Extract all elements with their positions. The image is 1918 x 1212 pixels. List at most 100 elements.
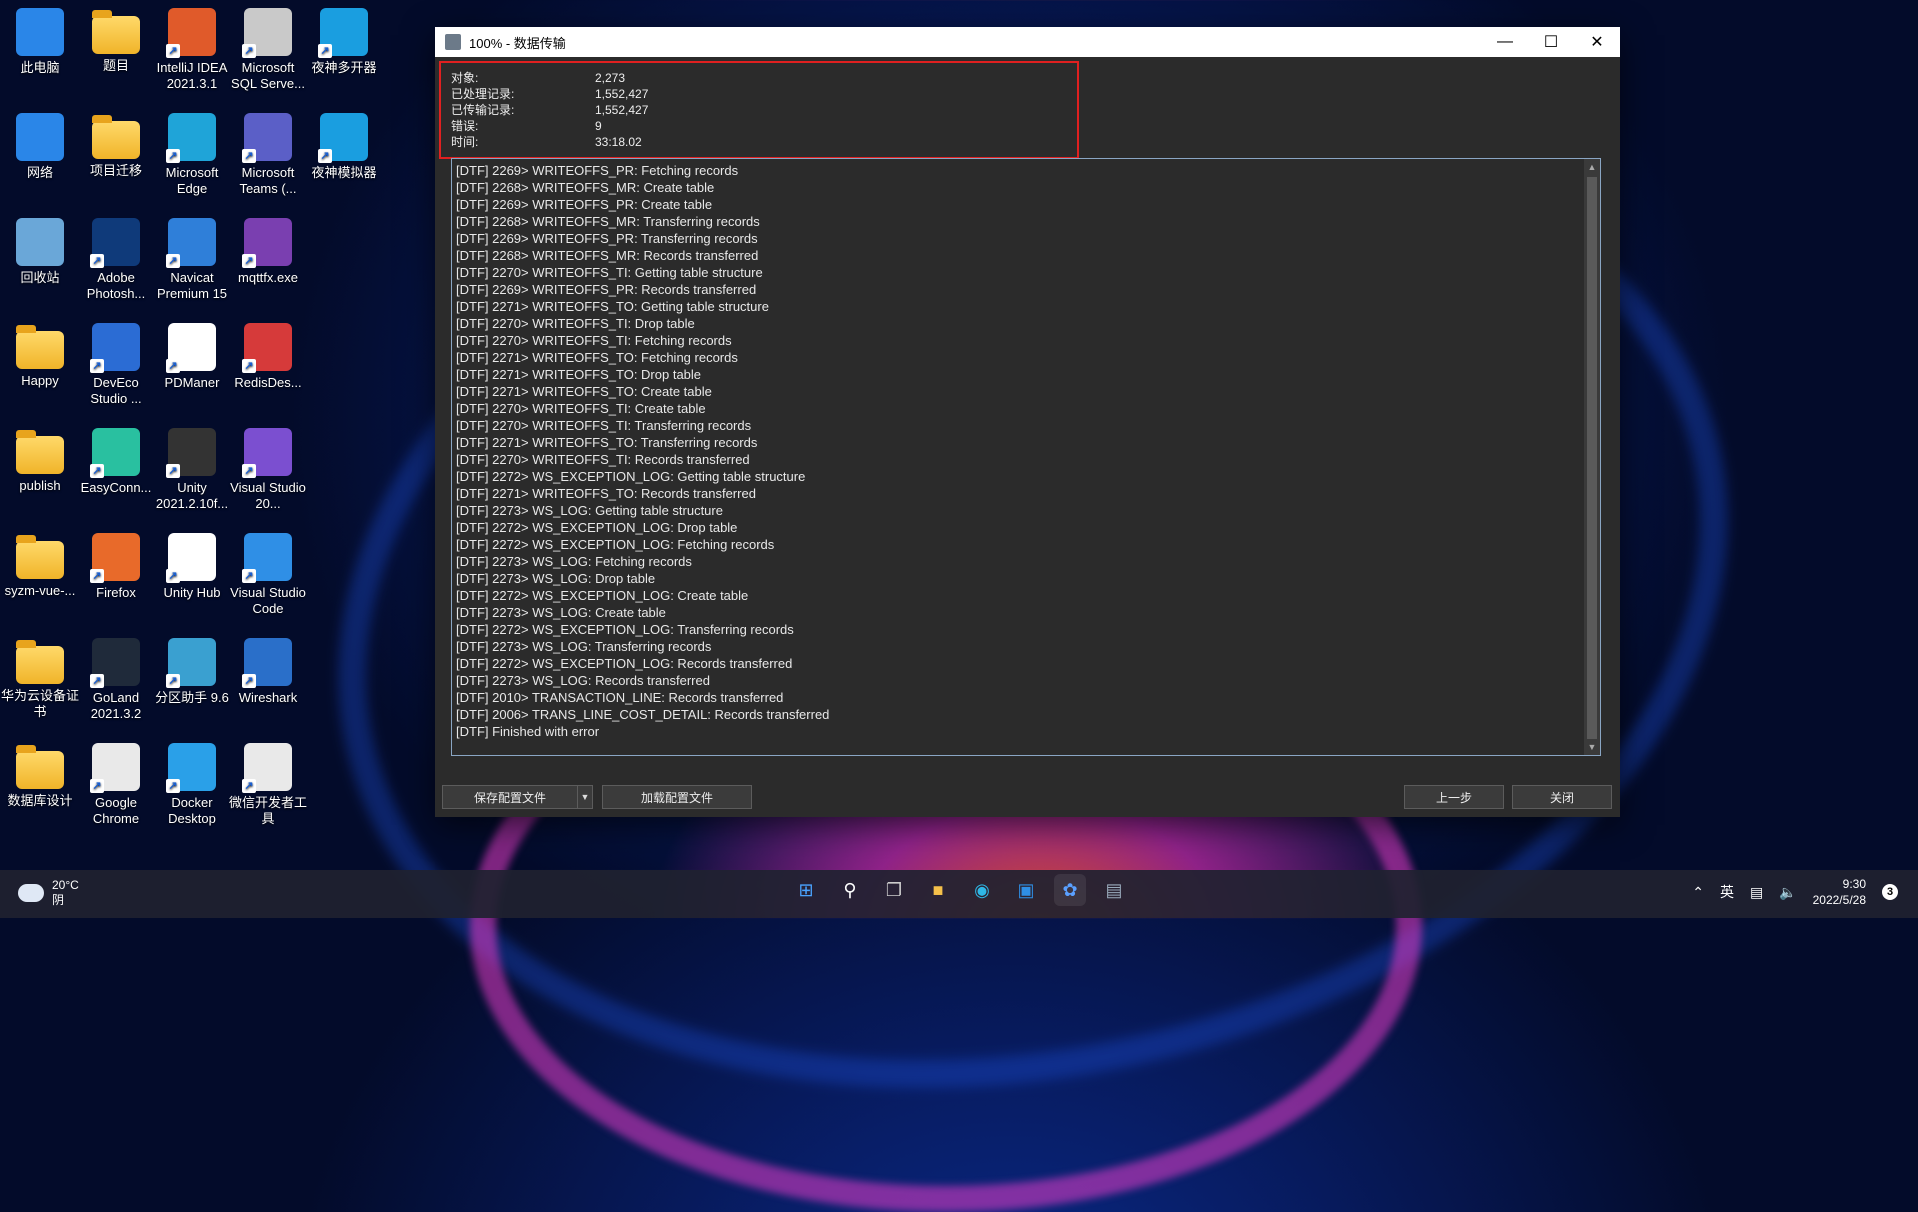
scroll-thumb[interactable] (1587, 177, 1597, 739)
desktop-icon[interactable]: ↗ EasyConn... (76, 428, 156, 496)
desktop-icon-label: Google Chrome (92, 795, 140, 826)
desktop-icon-label: Unity Hub (163, 585, 221, 600)
shortcut-arrow-icon: ↗ (318, 149, 332, 163)
log-line: [DTF] 2268> WRITEOFFS_MR: Transferring r… (456, 214, 760, 229)
log-line: [DTF] 2006> TRANS_LINE_COST_DETAIL: Reco… (456, 707, 830, 722)
desktop-icon[interactable]: syzm-vue-... (0, 533, 80, 599)
stat-row-transferred: 已传输记录: 1,552,427 (451, 102, 1067, 118)
log-line: [DTF] 2272> WS_EXCEPTION_LOG: Getting ta… (456, 469, 806, 484)
desktop-icon[interactable]: 项目迁移 (76, 113, 156, 179)
search-icon[interactable]: ⚲ (834, 874, 866, 906)
save-config-dropdown-icon[interactable]: ▼ (577, 785, 593, 809)
shortcut-arrow-icon: ↗ (166, 44, 180, 58)
desktop-icon[interactable]: Happy (0, 323, 80, 389)
shortcut-arrow-icon: ↗ (242, 359, 256, 373)
window-titlebar[interactable]: 100% - 数据传输 — ☐ ✕ (435, 27, 1620, 57)
log-line: [DTF] 2272> WS_EXCEPTION_LOG: Drop table (456, 520, 738, 535)
scroll-up-icon[interactable]: ▲ (1584, 159, 1600, 175)
log-line: [DTF] 2270> WRITEOFFS_TI: Create table (456, 401, 706, 416)
desktop-icon[interactable]: ↗ 分区助手 9.6 (152, 638, 232, 706)
chevron-up-icon[interactable]: ⌃ (1692, 884, 1704, 901)
transfer-log[interactable]: [DTF] 2269> WRITEOFFS_PR: Fetching recor… (451, 158, 1601, 756)
volume-icon[interactable]: 🔈 (1779, 884, 1796, 901)
load-config-button[interactable]: 加载配置文件 (602, 785, 752, 809)
log-line: [DTF] 2269> WRITEOFFS_PR: Fetching recor… (456, 163, 739, 178)
notification-badge[interactable]: 3 (1882, 884, 1898, 900)
desktop-icon[interactable]: ↗ Microsoft SQL Serve... (228, 8, 308, 92)
desktop-icon[interactable]: ↗ DevEco Studio ... (76, 323, 156, 407)
desktop-icon[interactable]: ↗ 夜神多开器 (304, 8, 384, 76)
shortcut-arrow-icon: ↗ (90, 569, 104, 583)
desktop-icon[interactable]: ↗ mqttfx.exe (228, 218, 308, 286)
desktop-icon-label: 数据库设计 (7, 793, 73, 808)
desktop-icon[interactable]: 题目 (76, 8, 156, 74)
shortcut-arrow-icon: ↗ (166, 674, 180, 688)
shortcut-arrow-icon: ↗ (242, 779, 256, 793)
desktop-icon[interactable]: ↗ Visual Studio Code (228, 533, 308, 617)
desktop-icon[interactable]: ↗ 微信开发者工具 (228, 743, 308, 827)
save-config-button[interactable]: 保存配置文件 (442, 785, 578, 809)
edge-icon[interactable]: ◉ (966, 874, 998, 906)
shortcut-arrow-icon: ↗ (242, 149, 256, 163)
shortcut-arrow-icon: ↗ (166, 779, 180, 793)
log-scrollbar[interactable]: ▲ ▼ (1584, 159, 1600, 755)
desktop-icon-label: GoLand 2021.3.2 (90, 690, 142, 721)
desktop-icon[interactable]: publish (0, 428, 80, 494)
desktop-icon[interactable]: ↗ Microsoft Edge (152, 113, 232, 197)
desktop-icon[interactable]: 此电脑 (0, 8, 80, 76)
maximize-button[interactable]: ☐ (1528, 27, 1574, 57)
stat-row-errors: 错误: 9 (451, 118, 1067, 134)
stat-value: 2,273 (595, 71, 626, 85)
ime-indicator[interactable]: 英 (1720, 882, 1734, 902)
desktop-icon[interactable]: ↗ RedisDes... (228, 323, 308, 391)
store-icon[interactable]: ▣ (1010, 874, 1042, 906)
log-lines: [DTF] 2269> WRITEOFFS_PR: Fetching recor… (452, 159, 1600, 743)
desktop-icon[interactable]: 回收站 (0, 218, 80, 286)
app-icon: ↗ (90, 638, 140, 688)
shortcut-arrow-icon: ↗ (242, 674, 256, 688)
close-window-button[interactable]: ✕ (1574, 27, 1620, 57)
desktop-icon[interactable]: ↗ PDManer (152, 323, 232, 391)
desktop-icon-label: publish (19, 478, 61, 493)
app-icon: ↗ (166, 218, 216, 268)
desktop-icon[interactable]: ↗ Wireshark (228, 638, 308, 706)
shortcut-arrow-icon: ↗ (242, 464, 256, 478)
desktop-icon[interactable]: ↗ Visual Studio 20... (228, 428, 308, 512)
desktop-icon[interactable]: ↗ Unity Hub (152, 533, 232, 601)
minimize-button[interactable]: — (1482, 27, 1528, 57)
app-icon: ↗ (242, 218, 292, 268)
log-line: [DTF] 2271> WRITEOFFS_TO: Records transf… (456, 486, 756, 501)
desktop-icon[interactable]: 网络 (0, 113, 80, 181)
desktop-icon[interactable]: ↗ Adobe Photosh... (76, 218, 156, 302)
network-icon[interactable]: ▤ (1750, 884, 1763, 901)
data-transfer-icon[interactable]: ▤ (1098, 874, 1130, 906)
log-line: [DTF] 2268> WRITEOFFS_MR: Records transf… (456, 248, 759, 263)
close-button[interactable]: 关闭 (1512, 785, 1612, 809)
desktop-icon-label: RedisDes... (234, 375, 302, 390)
desktop-icon[interactable]: ↗ GoLand 2021.3.2 (76, 638, 156, 722)
desktop-icon[interactable]: ↗ Google Chrome (76, 743, 156, 827)
log-line: [DTF] 2270> WRITEOFFS_TI: Records transf… (456, 452, 750, 467)
weather-widget[interactable]: 20°C 阴 (18, 878, 79, 908)
desktop-icon[interactable]: ↗ 夜神模拟器 (304, 113, 384, 181)
scroll-down-icon[interactable]: ▼ (1584, 739, 1600, 755)
start-icon[interactable]: ⊞ (790, 874, 822, 906)
desktop-icon[interactable]: 数据库设计 (0, 743, 80, 809)
app-icon: ↗ (90, 743, 140, 793)
desktop-icon[interactable]: ↗ IntelliJ IDEA 2021.3.1 (152, 8, 232, 92)
task-view-icon[interactable]: ❐ (878, 874, 910, 906)
clock[interactable]: 9:30 2022/5/28 (1813, 876, 1866, 908)
desktop-icon[interactable]: 华为云设备证书 (0, 638, 80, 720)
file-explorer-icon[interactable]: ■ (922, 874, 954, 906)
navicat-icon[interactable]: ✿ (1054, 874, 1086, 906)
desktop-icon[interactable]: ↗ Navicat Premium 15 (152, 218, 232, 302)
desktop-icon[interactable]: ↗ Microsoft Teams (... (228, 113, 308, 197)
shortcut-arrow-icon: ↗ (166, 254, 180, 268)
log-line: [DTF] 2269> WRITEOFFS_PR: Create table (456, 197, 713, 212)
back-button[interactable]: 上一步 (1404, 785, 1504, 809)
desktop-icon[interactable]: ↗ Unity 2021.2.10f... (152, 428, 232, 512)
desktop-icon[interactable]: ↗ Docker Desktop (152, 743, 232, 827)
folder-icon (92, 115, 140, 159)
app-icon: ↗ (242, 638, 292, 688)
desktop-icon[interactable]: ↗ Firefox (76, 533, 156, 601)
